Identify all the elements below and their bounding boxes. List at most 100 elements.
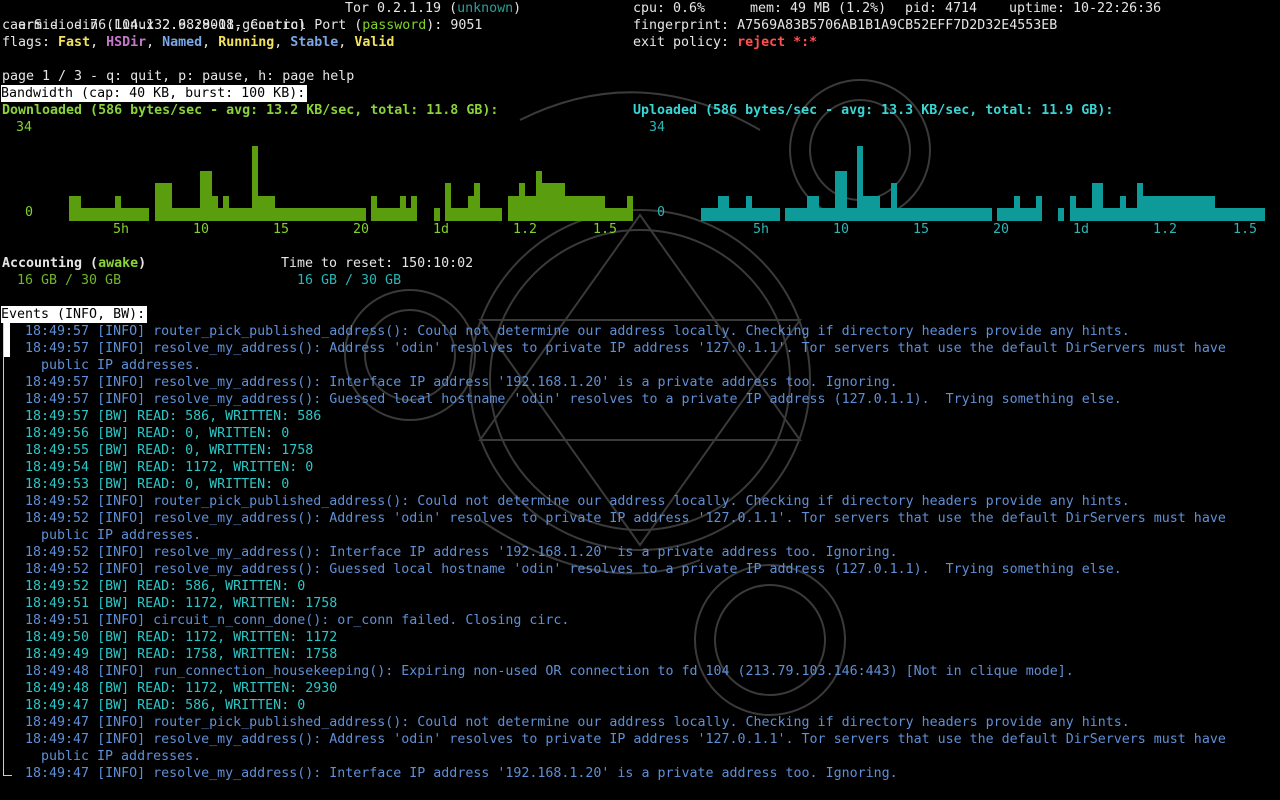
event-type: [INFO] bbox=[97, 732, 154, 747]
event-time: 18:49:48 bbox=[25, 664, 98, 679]
control-auth: password bbox=[362, 18, 427, 33]
event-type: [INFO] bbox=[97, 324, 154, 339]
event-type: [INFO] bbox=[97, 562, 154, 577]
event-time: 18:49:52 bbox=[25, 545, 98, 560]
download-xtick: 5h bbox=[113, 222, 130, 237]
event-row: 18:49:47 [INFO] resolve_my_address(): Ad… bbox=[25, 731, 1226, 748]
mem-stat: mem: 49 MB (1.2%) bbox=[750, 1, 887, 16]
event-text: READ: 1758, WRITTEN: 1758 bbox=[137, 647, 338, 662]
upload-bar bbox=[773, 208, 780, 221]
exit-policy-value: reject *:* bbox=[737, 35, 818, 50]
event-time: 18:49:56 bbox=[25, 426, 98, 441]
upload-xtick: 5h bbox=[753, 222, 770, 237]
event-type: [INFO] bbox=[97, 613, 154, 628]
event-row: 18:49:57 [INFO] router_pick_published_ad… bbox=[25, 323, 1130, 340]
event-text: public IP addresses. bbox=[41, 528, 202, 543]
event-type: [BW] bbox=[97, 443, 138, 458]
event-text: resolve_my_address(): Guessed local host… bbox=[153, 562, 1122, 577]
download-chart bbox=[41, 136, 634, 221]
event-type: [INFO] bbox=[97, 341, 154, 356]
upload-bar bbox=[1058, 208, 1065, 221]
event-type: [BW] bbox=[97, 647, 138, 662]
flag-valid: Valid bbox=[354, 35, 395, 50]
upload-xtick: 1d bbox=[1073, 222, 1090, 237]
event-row: 18:49:48 [BW] READ: 1172, WRITTEN: 2930 bbox=[25, 680, 337, 697]
accounting-status: awake bbox=[98, 256, 139, 271]
event-row: 18:49:49 [BW] READ: 1758, WRITTEN: 1758 bbox=[25, 646, 337, 663]
accounting-used-left: 16 GB / 30 GB bbox=[17, 273, 122, 288]
event-time: 18:49:57 bbox=[25, 341, 98, 356]
events-scroll-thumb[interactable] bbox=[4, 323, 10, 357]
download-xtick: 15 bbox=[273, 222, 290, 237]
event-row: 18:49:50 [BW] READ: 1172, WRITTEN: 1172 bbox=[25, 629, 337, 646]
event-text: resolve_my_address(): Interface IP addre… bbox=[153, 766, 898, 781]
event-text: READ: 1172, WRITTEN: 1758 bbox=[137, 596, 338, 611]
event-row: 18:49:54 [BW] READ: 1172, WRITTEN: 0 bbox=[25, 459, 313, 476]
event-time: 18:49:47 bbox=[25, 698, 98, 713]
download-xtick: 10 bbox=[193, 222, 210, 237]
event-text: public IP addresses. bbox=[41, 749, 202, 764]
event-row: 18:49:53 [BW] READ: 0, WRITTEN: 0 bbox=[25, 476, 289, 493]
download-ymin: 0 bbox=[25, 205, 34, 220]
flag-named: Named bbox=[162, 35, 203, 50]
accounting-used-right: 16 GB / 30 GB bbox=[297, 273, 402, 288]
upload-xtick: 20 bbox=[993, 222, 1010, 237]
download-bar bbox=[496, 208, 503, 221]
event-time: 18:49:47 bbox=[25, 732, 98, 747]
event-row: public IP addresses. bbox=[41, 357, 201, 374]
event-text: READ: 1172, WRITTEN: 1172 bbox=[137, 630, 338, 645]
event-row: 18:49:52 [INFO] resolve_my_address(): In… bbox=[25, 544, 898, 561]
event-text: READ: 586, WRITTEN: 0 bbox=[137, 579, 306, 594]
accounting-label: Accounting (awake) bbox=[2, 256, 147, 271]
event-time: 18:49:57 bbox=[25, 409, 98, 424]
event-type: [BW] bbox=[97, 477, 138, 492]
tor-status: unknown bbox=[457, 1, 514, 16]
event-type: [INFO] bbox=[97, 511, 154, 526]
event-time: 18:49:47 bbox=[25, 766, 98, 781]
events-title: Events (INFO, BW): bbox=[1, 306, 148, 323]
event-time: 18:49:51 bbox=[25, 596, 98, 611]
event-type: [INFO] bbox=[97, 375, 154, 390]
page-help: page 1 / 3 - q: quit, p: pause, h: page … bbox=[2, 69, 355, 84]
event-type: [BW] bbox=[97, 426, 138, 441]
event-type: [BW] bbox=[97, 460, 138, 475]
event-time: 18:49:48 bbox=[25, 681, 98, 696]
event-text: READ: 0, WRITTEN: 0 bbox=[137, 426, 290, 441]
upload-label: Uploaded (586 bytes/sec - avg: 13.3 KB/s… bbox=[633, 103, 1114, 118]
event-time: 18:49:55 bbox=[25, 443, 98, 458]
event-time: 18:49:53 bbox=[25, 477, 98, 492]
event-type: [INFO] bbox=[97, 392, 154, 407]
event-text: READ: 586, WRITTEN: 586 bbox=[137, 409, 322, 424]
event-text: router_pick_published_address(): Could n… bbox=[153, 494, 1130, 509]
upload-ymax: 34 bbox=[649, 120, 666, 135]
download-bar bbox=[359, 208, 366, 221]
event-type: [INFO] bbox=[97, 766, 154, 781]
exit-policy: exit policy: reject *:* bbox=[633, 35, 818, 50]
event-time: 18:49:47 bbox=[25, 715, 98, 730]
upload-chart bbox=[673, 136, 1266, 221]
bandwidth-title: Bandwidth (cap: 40 KB, burst: 100 KB): bbox=[1, 85, 308, 102]
download-ymax: 34 bbox=[16, 120, 33, 135]
events-scrollbar[interactable] bbox=[3, 323, 12, 776]
pid-stat: pid: 4714 bbox=[905, 1, 978, 16]
event-row: 18:49:56 [BW] READ: 0, WRITTEN: 0 bbox=[25, 425, 289, 442]
download-xtick: 20 bbox=[353, 222, 370, 237]
event-text: resolve_my_address(): Interface IP addre… bbox=[153, 545, 898, 560]
flag-running: Running bbox=[218, 35, 275, 50]
download-bar bbox=[433, 208, 440, 221]
event-row: 18:49:52 [BW] READ: 586, WRITTEN: 0 bbox=[25, 578, 305, 595]
event-text: router_pick_published_address(): Could n… bbox=[153, 715, 1130, 730]
flag-stable: Stable bbox=[290, 35, 339, 50]
event-time: 18:49:52 bbox=[25, 511, 98, 526]
event-row: 18:49:48 [INFO] run_connection_housekeep… bbox=[25, 663, 1074, 680]
event-time: 18:49:52 bbox=[25, 579, 98, 594]
event-time: 18:49:57 bbox=[25, 324, 98, 339]
event-type: [BW] bbox=[97, 681, 138, 696]
event-text: resolve_my_address(): Address 'odin' res… bbox=[153, 732, 1226, 747]
event-type: [INFO] bbox=[97, 715, 154, 730]
download-label: Downloaded (586 bytes/sec - avg: 13.2 KB… bbox=[2, 103, 499, 118]
event-type: [BW] bbox=[97, 630, 138, 645]
event-row: 18:49:52 [INFO] router_pick_published_ad… bbox=[25, 493, 1130, 510]
event-time: 18:49:52 bbox=[25, 562, 98, 577]
event-row: 18:49:47 [INFO] router_pick_published_ad… bbox=[25, 714, 1130, 731]
